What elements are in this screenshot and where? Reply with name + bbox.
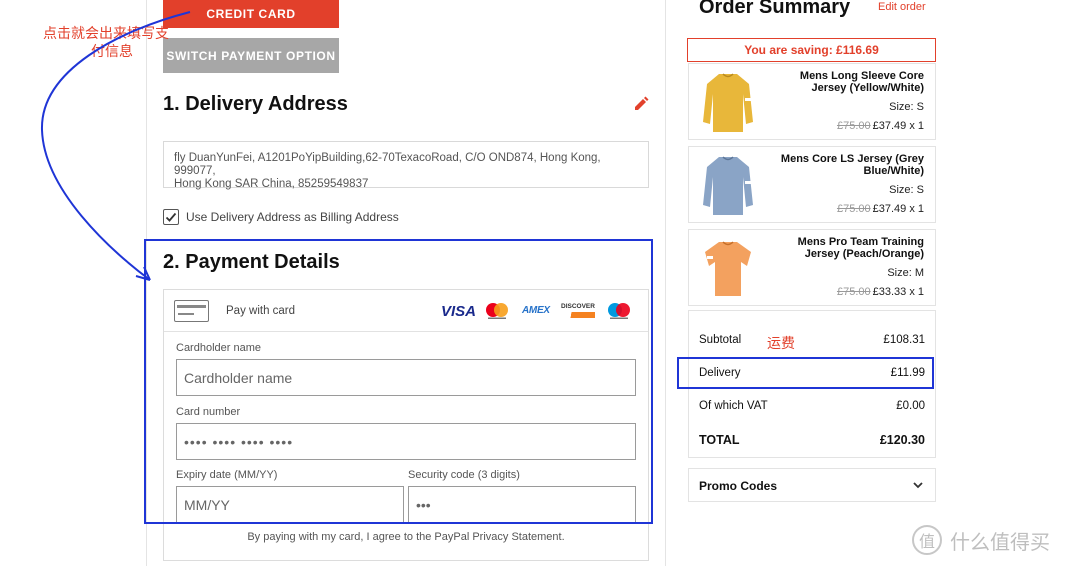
saving-banner: You are saving: £116.69 [687,38,936,62]
total-label: TOTAL [699,433,740,447]
order-summary-title: Order Summary [699,0,851,18]
item-old-price: £75.00 [836,203,871,215]
item-size: Size: S [889,184,924,196]
jersey-peach-image [705,241,751,296]
vat-label: Of which VAT [699,400,768,412]
item-size: Size: S [889,101,924,113]
chevron-down-icon [913,482,923,489]
delivery-address-heading: 1. Delivery Address [163,93,348,115]
billing-label: Use Delivery Address as Billing Address [186,210,399,224]
subtotal-value: £108.31 [883,334,925,346]
delivery-highlight-box [677,357,934,389]
subtotal-label: Subtotal [699,334,742,346]
order-item: Mens Long Sleeve Core Jersey (Yellow/Whi… [688,63,936,140]
item-name: Mens Long Sleeve Core Jersey (Yellow/Whi… [799,70,924,94]
subtotal-row: Subtotal £108.31 [699,334,925,346]
item-old-price: £75.00 [836,286,871,298]
item-current-price: £33.33 x 1 [872,286,924,298]
item-current-price: £37.49 x 1 [872,120,924,132]
shipping-annotation-note: 运费 [767,336,795,352]
address-line: Hong Kong SAR China, 85259549837 [174,178,369,190]
vat-row: Of which VAT £0.00 [699,400,925,412]
order-item: Mens Core LS Jersey (Grey Blue/White) Si… [688,146,936,223]
switch-payment-button[interactable]: SWITCH PAYMENT OPTION [163,38,339,73]
watermark-text: 什么值得买 [950,529,1050,554]
promo-codes-accordion[interactable]: Promo Codes [688,468,936,502]
address-line: fly DuanYunFei, A1201PoYipBuilding,62-70… [174,152,601,177]
billing-address-option[interactable]: Use Delivery Address as Billing Address [163,208,399,226]
arrow-annotation-note: 点击就会出来填写支 付信息 [43,26,169,60]
credit-card-button[interactable]: CREDIT CARD [163,0,339,28]
checkmark-icon [165,212,177,222]
item-old-price: £75.00 [836,120,871,132]
item-price: £75.00 £33.33 x 1 [837,286,924,298]
total-row: TOTAL £120.30 [699,433,925,447]
item-size: Size: M [887,267,924,279]
item-name: Mens Pro Team Training Jersey (Peach/Ora… [797,236,924,260]
item-current-price: £37.49 x 1 [872,203,924,215]
total-value: £120.30 [879,433,925,447]
jersey-yellow-image [703,73,753,132]
edit-order-link[interactable]: Edit order [878,1,926,13]
item-price: £75.00 £37.49 x 1 [837,203,924,215]
order-item: Mens Pro Team Training Jersey (Peach/Ora… [688,229,936,306]
paypal-agreement-text: By paying with my card, I agree to the P… [247,531,565,543]
vat-value: £0.00 [896,400,925,412]
item-price: £75.00 £37.49 x 1 [837,120,924,132]
watermark-logo-icon: 值 [912,525,942,555]
jersey-grey-blue-image [703,156,753,215]
pencil-icon[interactable] [633,95,649,111]
watermark: 值 什么值得买 [912,522,1050,558]
billing-checkbox[interactable] [163,209,179,225]
delivery-address-box: fly DuanYunFei, A1201PoYipBuilding,62-70… [163,141,649,190]
payment-highlight-box [144,239,653,524]
item-name: Mens Core LS Jersey (Grey Blue/White) [780,153,924,177]
promo-codes-label: Promo Codes [699,479,778,493]
